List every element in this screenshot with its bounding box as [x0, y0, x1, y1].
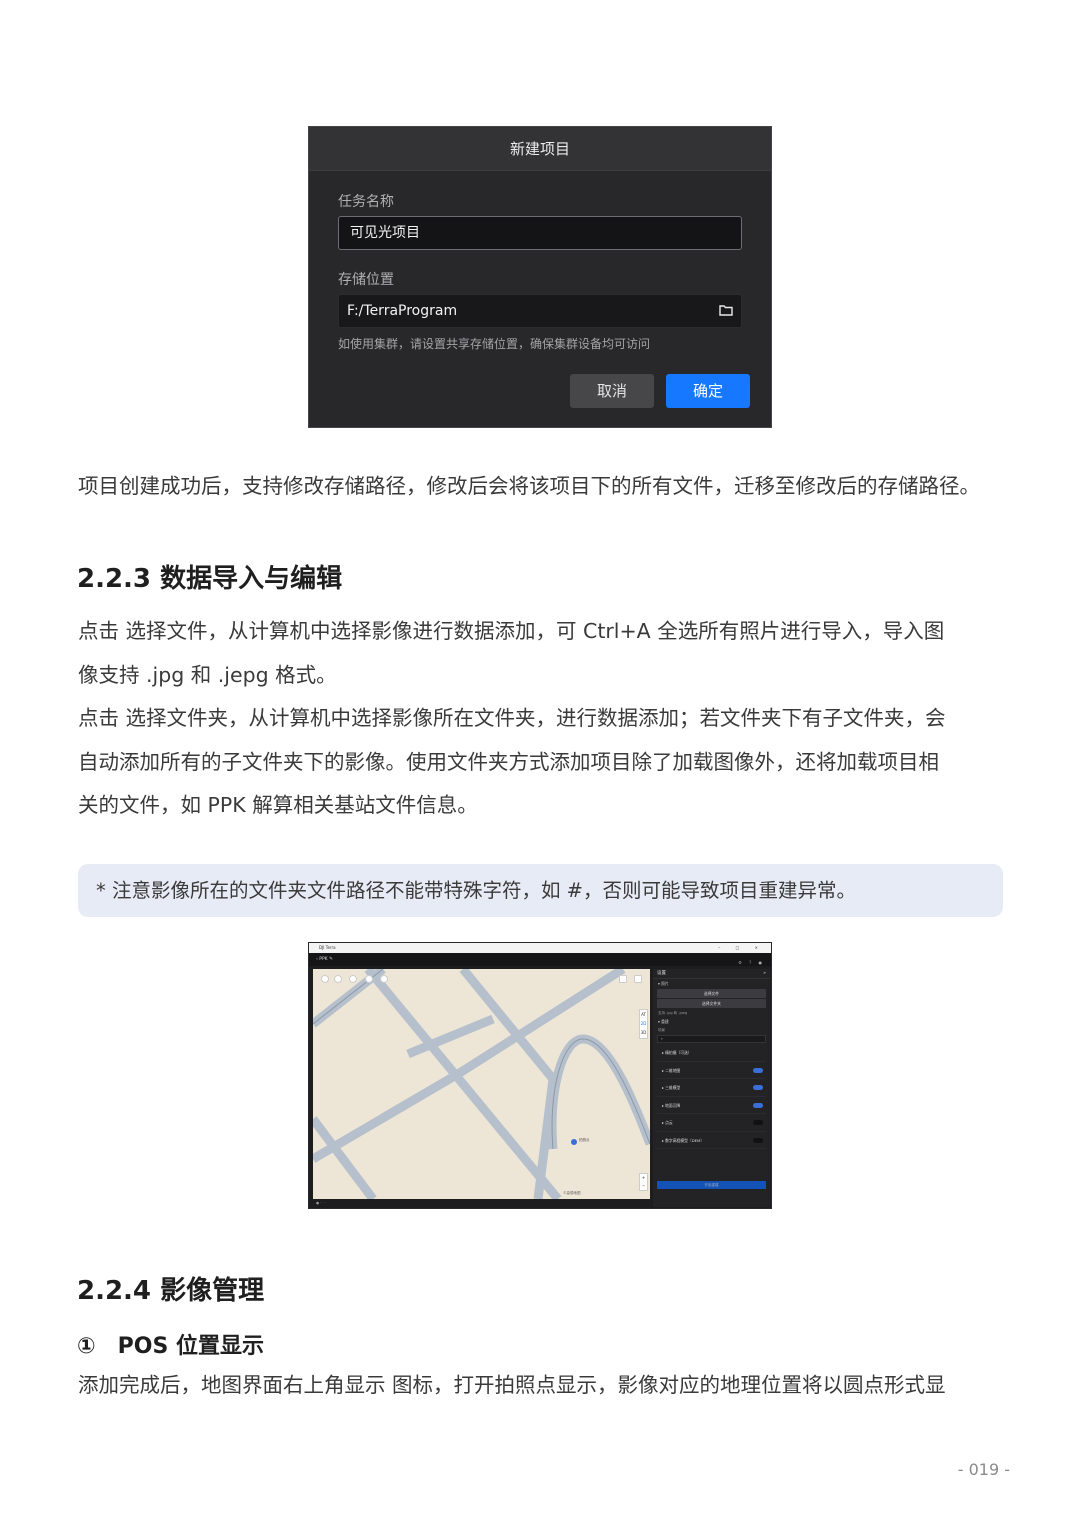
- option-row[interactable]: ▸ 数字高程模型（DEM）: [657, 1132, 766, 1149]
- map-tool-move-icon[interactable]: [334, 975, 342, 983]
- option-label: 数字高程模型（DEM）: [665, 1137, 705, 1143]
- app-screenshot: DJI Terra – □ × ‹ PPK ✎ ⚙ ? ● AT 2D 3D 拍…: [308, 942, 772, 1209]
- paragraph-line: 关的文件，如 PPK 解算相关基站文件信息。: [78, 793, 478, 817]
- start-reconstruction-button[interactable]: 开始重建: [657, 1181, 766, 1189]
- subheading-pos-display: ① POS 位置显示: [77, 1334, 264, 1359]
- paragraph-line: 添加完成后，地图界面右上角显示 图标，打开拍照点显示，影像对应的地理位置将以圆点…: [78, 1373, 946, 1397]
- recon-section-label: 重建: [661, 1019, 669, 1024]
- storage-path-value: F:/TerraProgram: [347, 303, 458, 319]
- panel-title: 设置: [657, 971, 666, 976]
- storage-hint: 如使用集群，请设置共享存储位置，确保集群设备均可访问: [338, 337, 651, 351]
- recon-section[interactable]: ▾ 重建: [653, 1017, 770, 1026]
- app-window-title: DJI Terra: [319, 945, 336, 950]
- option-label: 三维模型: [665, 1085, 681, 1090]
- option-row[interactable]: ▸ 三维模型: [657, 1079, 766, 1097]
- zoom-control[interactable]: + −: [639, 1173, 648, 1191]
- task-name-label: 任务名称: [338, 194, 394, 210]
- storage-label: 存储位置: [338, 272, 394, 288]
- paragraph-line: 项目创建成功后，支持修改存储路径，修改后会将该项目下的所有文件，迁移至修改后的存…: [78, 474, 980, 498]
- toggle-switch[interactable]: [753, 1137, 763, 1143]
- photo-section[interactable]: ▾ 照片: [653, 979, 770, 988]
- map-roads: [313, 969, 650, 1199]
- map-watermark: ©高德地图: [563, 1191, 581, 1195]
- option-label: 地面沉降: [665, 1102, 681, 1108]
- camera-icon[interactable]: [619, 975, 627, 983]
- paragraph-line: 点击 选择文件，从计算机中选择影像进行数据添加，可 Ctrl+A 全选所有照片进…: [78, 619, 945, 643]
- option-row[interactable]: ▸ 地面沉降: [657, 1097, 766, 1114]
- edit-icon[interactable]: ✎: [329, 957, 333, 962]
- option-label: 二维地图: [665, 1067, 681, 1073]
- paragraph-storage-path: 项目创建成功后，支持修改存储路径，修改后会将该项目下的所有文件，迁移至修改后的存…: [78, 465, 1008, 509]
- map-status-bar: ● · · ·: [316, 1201, 326, 1205]
- storage-path-field[interactable]: F:/TerraProgram: [338, 294, 742, 328]
- paragraph-pos: 添加完成后，地图界面右上角显示 图标，打开拍照点显示，影像对应的地理位置将以圆点…: [78, 1364, 1008, 1408]
- map-marker-label: 拍照点: [579, 1138, 590, 1142]
- view-mode-3d[interactable]: 3D: [640, 1028, 647, 1037]
- app-toolbar: ‹ PPK ✎ ⚙ ? ●: [309, 953, 771, 966]
- paragraph-data-import: 点击 选择文件，从计算机中选择影像进行数据添加，可 Ctrl+A 全选所有照片进…: [78, 610, 1008, 828]
- ruler-icon[interactable]: [634, 975, 642, 983]
- scene-label: 场景: [658, 1028, 665, 1032]
- map-view[interactable]: AT 2D 3D 拍照点 + − ©高德地图: [313, 969, 650, 1199]
- paragraph-line: 自动添加所有的子文件夹下的影像。使用文件夹方式添加项目除了加载图像外，还将加载项…: [78, 749, 939, 774]
- page-number: - 019 -: [957, 1460, 1010, 1479]
- view-mode-2d[interactable]: 2D: [640, 1019, 647, 1028]
- map-tool-grid-icon[interactable]: [365, 975, 373, 983]
- task-name-input[interactable]: 可见光项目: [338, 216, 742, 250]
- app-titlebar: DJI Terra – □ ×: [309, 943, 771, 953]
- format-hint: 支持 .jpg 和 .jpeg: [658, 1011, 688, 1015]
- folder-icon[interactable]: [719, 304, 733, 316]
- settings-panel: 设置 » ▾ 照片 选择文件 选择文件夹 支持 .jpg 和 .jpeg ▾ 重…: [653, 969, 770, 1207]
- paragraph-line: 像支持 .jpg 和 .jepg 格式。: [78, 662, 337, 687]
- view-mode-switch[interactable]: AT 2D 3D: [639, 1009, 648, 1039]
- toggle-switch[interactable]: [753, 1120, 763, 1125]
- dialog-title: 新建项目: [309, 127, 771, 171]
- option-label: 精拍摄（可选）: [665, 1050, 692, 1055]
- option-row[interactable]: ▸ 二维地图: [657, 1062, 766, 1079]
- option-label: 点云: [665, 1120, 673, 1125]
- photo-section-label: 照片: [661, 981, 669, 986]
- map-tool-search-icon[interactable]: [380, 975, 388, 983]
- section-heading-2-2-4: 2.2.4 影像管理: [77, 1276, 265, 1306]
- toolbar-icons[interactable]: ⚙ ? ●: [738, 956, 765, 969]
- cancel-button[interactable]: 取消: [570, 374, 654, 408]
- toggle-switch[interactable]: [753, 1085, 763, 1090]
- collapse-icon[interactable]: »: [763, 969, 766, 979]
- select-file-button[interactable]: 选择文件: [657, 989, 766, 998]
- scene-select[interactable]: ▾: [657, 1035, 766, 1043]
- new-project-dialog: 新建项目 任务名称 可见光项目 存储位置 F:/TerraProgram 如使用…: [308, 126, 772, 428]
- select-folder-button[interactable]: 选择文件夹: [657, 999, 766, 1008]
- photo-point-icon[interactable]: [571, 1139, 577, 1145]
- zoom-out-button[interactable]: −: [640, 1182, 647, 1190]
- toggle-switch[interactable]: [753, 1102, 763, 1108]
- toggle-switch[interactable]: [753, 1067, 763, 1073]
- section-heading-2-2-3: 2.2.3 数据导入与编辑: [77, 564, 343, 594]
- zoom-in-button[interactable]: +: [640, 1174, 647, 1182]
- warning-note: * 注意影像所在的文件夹文件路径不能带特殊字符，如 #，否则可能导致项目重建异常…: [78, 864, 1003, 917]
- option-row[interactable]: ▸ 点云: [657, 1114, 766, 1132]
- map-tool-pin-icon[interactable]: [349, 975, 357, 983]
- panel-header: 设置 »: [653, 969, 770, 979]
- confirm-button[interactable]: 确定: [666, 374, 750, 408]
- project-name: PPK: [319, 957, 328, 962]
- view-mode-at[interactable]: AT: [640, 1010, 647, 1019]
- paragraph-line: 点击 选择文件夹，从计算机中选择影像所在文件夹，进行数据添加；若文件夹下有子文件…: [78, 706, 946, 730]
- window-controls[interactable]: – □ ×: [718, 943, 765, 953]
- map-tool-compass-icon[interactable]: [321, 975, 329, 983]
- option-row[interactable]: ▸ 精拍摄（可选）: [657, 1044, 766, 1062]
